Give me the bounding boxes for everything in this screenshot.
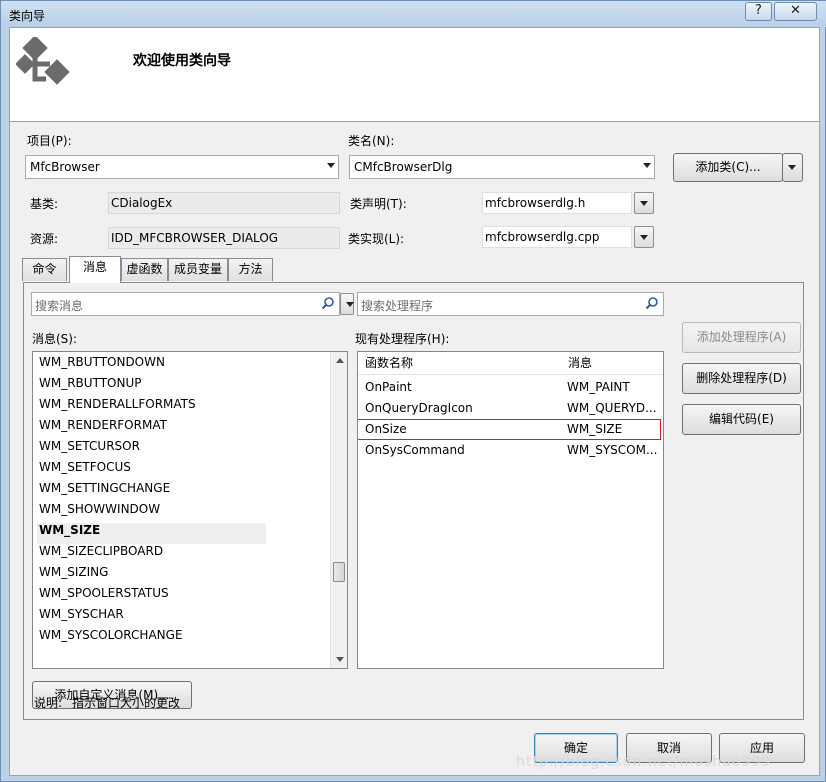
- description-text: 指示窗口大小的更改: [72, 696, 181, 710]
- message-list-item[interactable]: WM_RBUTTONUP: [39, 376, 141, 397]
- message-list-item[interactable]: WM_SIZING: [39, 565, 108, 586]
- tab-virtual-functions[interactable]: 虚函数: [121, 258, 168, 281]
- description-label: 说明:: [34, 696, 63, 710]
- chevron-down-icon: [788, 165, 796, 170]
- handlers-label: 现有处理程序(H):: [355, 332, 450, 346]
- search-icon[interactable]: [645, 296, 659, 310]
- handlers-list[interactable]: 函数名称 消息 OnPaint WM_PAINT OnQueryDragIcon WM…: [357, 351, 664, 669]
- tab-methods[interactable]: 方法: [228, 258, 273, 281]
- wizard-header: 欢迎使用类向导: [10, 28, 819, 122]
- messages-panel: 搜索消息 搜索处理程序 消息(S): 现有处理程序(H): WM_RBUTTON: [23, 282, 804, 720]
- delete-handler-button[interactable]: 删除处理程序(D): [682, 363, 801, 394]
- handler-row[interactable]: OnSize WM_SIZE: [358, 419, 661, 440]
- message-list-item[interactable]: WM_SIZE: [37, 523, 266, 544]
- column-header-message[interactable]: 消息: [561, 352, 663, 375]
- close-button[interactable]: ✕: [774, 2, 817, 21]
- handler-function-name: OnSize: [365, 422, 407, 436]
- project-label: 项目(P):: [27, 134, 72, 148]
- class-wizard-logo-icon: [16, 37, 70, 85]
- project-combo[interactable]: MfcBrowser: [25, 155, 339, 179]
- messages-scrollbar[interactable]: [330, 352, 347, 668]
- message-list-item[interactable]: WM_SYSCHAR: [39, 607, 124, 628]
- resource-field: IDD_MFCBROWSER_DIALOG: [108, 227, 340, 249]
- message-list-item[interactable]: WM_SETCURSOR: [39, 439, 140, 460]
- class-impl-value: mfcbrowserdlg.cpp: [485, 230, 600, 244]
- resource-label: 资源:: [30, 232, 59, 246]
- tab-commands[interactable]: 命令: [22, 258, 67, 281]
- title-bar[interactable]: 类向导 ? ✕: [1, 1, 826, 27]
- column-header-function[interactable]: 函数名称: [358, 352, 562, 375]
- classname-label: 类名(N):: [348, 134, 395, 148]
- message-list-item[interactable]: WM_SETFOCUS: [39, 460, 131, 481]
- message-list-item[interactable]: WM_SPOOLERSTATUS: [39, 586, 169, 607]
- tab-messages[interactable]: 消息: [69, 256, 121, 283]
- class-impl-field[interactable]: mfcbrowserdlg.cpp: [482, 226, 632, 248]
- message-search-input[interactable]: 搜索消息: [31, 292, 340, 316]
- message-list-item[interactable]: WM_SETTINGCHANGE: [39, 481, 170, 502]
- class-impl-label: 类实现(L):: [348, 232, 405, 246]
- watermark: http://blog.csdn.net/mushao999: [516, 754, 772, 770]
- message-list-item[interactable]: WM_RENDERALLFORMATS: [39, 397, 196, 418]
- message-list-item[interactable]: WM_SYSCOLORCHANGE: [39, 628, 183, 649]
- project-value: MfcBrowser: [30, 160, 100, 174]
- handler-message-name: WM_SYSCOM...: [567, 443, 658, 457]
- message-list-item[interactable]: WM_RBUTTONDOWN: [39, 355, 165, 376]
- chevron-down-icon: [327, 163, 335, 168]
- tab-member-variables[interactable]: 成员变量: [168, 258, 228, 281]
- base-class-field: CDialogEx: [108, 192, 340, 214]
- handler-message-name: WM_PAINT: [567, 380, 630, 394]
- handler-function-name: OnSysCommand: [365, 443, 465, 457]
- class-decl-dropdown[interactable]: [634, 192, 654, 214]
- class-wizard-window: 类向导 ? ✕ 欢迎使用类向导 项目(P): MfcBrowser 类名(N):…: [0, 0, 826, 782]
- add-class-dropdown-button[interactable]: [782, 153, 803, 182]
- class-decl-label: 类声明(T):: [350, 197, 407, 211]
- handler-message-name: WM_QUERYD...: [567, 401, 657, 415]
- class-decl-value: mfcbrowserdlg.h: [485, 196, 586, 210]
- handler-function-name: OnQueryDragIcon: [365, 401, 473, 415]
- handler-function-name: OnPaint: [365, 380, 412, 394]
- resource-value: IDD_MFCBROWSER_DIALOG: [111, 231, 279, 245]
- message-list-item[interactable]: WM_SHOWWINDOW: [39, 502, 160, 523]
- header-title: 欢迎使用类向导: [133, 53, 231, 69]
- scroll-thumb[interactable]: [333, 562, 345, 582]
- messages-list[interactable]: WM_RBUTTONDOWN WM_RBUTTONUP WM_RENDERALLFO…: [32, 351, 348, 669]
- handler-row[interactable]: OnPaint WM_PAINT: [358, 377, 662, 398]
- message-search-placeholder: 搜索消息: [35, 299, 84, 313]
- handler-search-input[interactable]: 搜索处理程序: [357, 292, 664, 316]
- edit-code-button[interactable]: 编辑代码(E): [682, 404, 801, 435]
- scroll-up-icon[interactable]: [336, 358, 344, 363]
- dialog-body: 欢迎使用类向导 项目(P): MfcBrowser 类名(N): CMfcBro…: [9, 27, 820, 776]
- messages-label: 消息(S):: [32, 332, 78, 346]
- add-class-button[interactable]: 添加类(C)...: [673, 153, 783, 182]
- message-list-item[interactable]: WM_RENDERFORMAT: [39, 418, 167, 439]
- class-decl-field[interactable]: mfcbrowserdlg.h: [482, 192, 632, 214]
- help-button[interactable]: ?: [745, 2, 772, 21]
- class-impl-dropdown[interactable]: [634, 226, 654, 248]
- handler-row[interactable]: OnSysCommand WM_SYSCOM...: [358, 440, 662, 461]
- scroll-down-icon[interactable]: [336, 657, 344, 662]
- window-title: 类向导: [9, 9, 46, 23]
- classname-value: CMfcBrowserDlg: [354, 160, 453, 174]
- help-icon: ?: [755, 3, 762, 18]
- base-class-value: CDialogEx: [111, 196, 173, 210]
- message-filter-dropdown[interactable]: [340, 293, 354, 315]
- handler-row[interactable]: OnQueryDragIcon WM_QUERYD...: [358, 398, 662, 419]
- search-icon[interactable]: [321, 296, 335, 310]
- add-handler-button[interactable]: 添加处理程序(A): [682, 322, 801, 353]
- handler-message-name: WM_SIZE: [567, 422, 623, 436]
- handler-search-placeholder: 搜索处理程序: [361, 299, 434, 313]
- base-class-label: 基类:: [30, 197, 59, 211]
- chevron-down-icon: [643, 163, 651, 168]
- classname-combo[interactable]: CMfcBrowserDlg: [349, 155, 655, 179]
- message-list-item[interactable]: WM_SIZECLIPBOARD: [39, 544, 163, 565]
- close-icon: ✕: [790, 3, 801, 18]
